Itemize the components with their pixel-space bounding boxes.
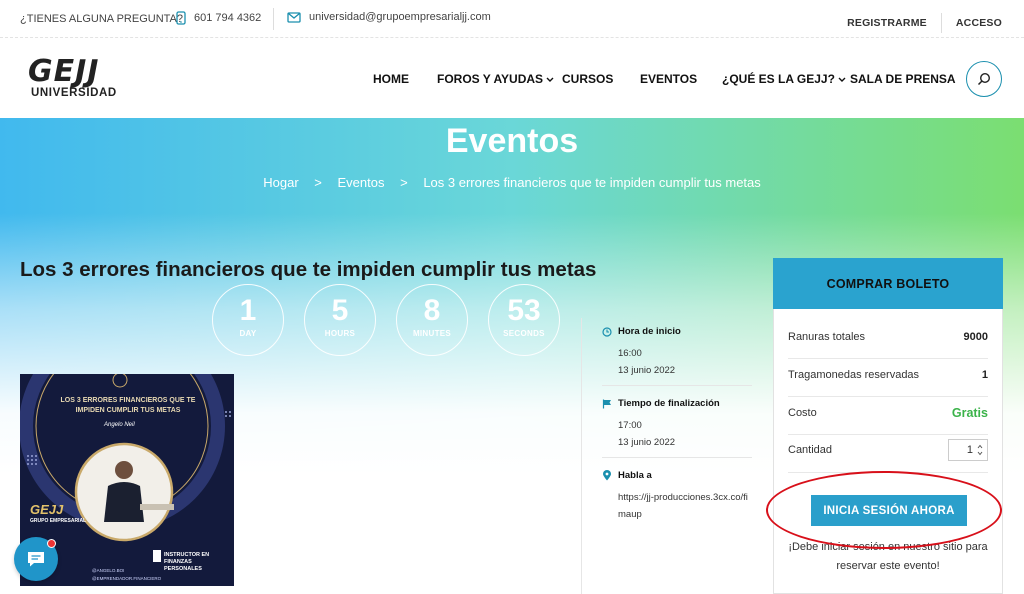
chevron-down-icon [546,77,554,82]
countdown-value: 8 [423,294,441,327]
chat-button[interactable] [14,537,58,581]
slots-value: 9000 [963,331,988,343]
search-icon [977,72,991,86]
location-label: Habla a [618,470,652,481]
mail-icon [287,11,301,23]
search-button[interactable] [966,61,1002,97]
start-info: Hora de inicio 16:00 13 junio 2022 [602,326,681,379]
divider [788,434,988,435]
page-title: Eventos [445,122,579,160]
phone-contact[interactable]: 601 794 4362 [176,11,261,25]
cost-label: Costo [788,407,817,419]
breadcrumb-separator: > [400,175,408,190]
end-label: Tiempo de finalización [618,398,720,409]
poster-badge: INSTRUCTOR EN FINANZAS PERSONALES [164,552,210,572]
location-info: Habla a https://jj-producciones.3cx.co/f… [602,470,748,523]
quantity-label: Cantidad [788,444,833,456]
poster-headline: LOS 3 ERRORES FINANCIEROS QUE TE IMPIDEN… [60,397,196,414]
countdown-value: 5 [331,294,349,327]
highlight-ring [766,471,1002,549]
end-info: Tiempo de finalización 17:00 13 junio 202… [602,398,720,451]
chat-icon [28,552,44,567]
nav-about[interactable]: ¿QUÉ ES LA GEJJ? [722,72,846,86]
divider [788,358,988,359]
countdown-unit: MINUTES [412,329,452,338]
countdown-value: 53 [507,294,541,327]
nav-about-label: ¿QUÉ ES LA GEJJ? [722,72,835,86]
countdown-value: 1 [239,294,257,327]
cost-value: Gratis [951,406,988,420]
start-label: Hora de inicio [618,326,681,337]
stepper-arrows-icon[interactable] [977,444,983,456]
reserved-row: Tragamonedas reservadas 1 [788,369,988,381]
account-links: REGISTRARME ACCESO [847,13,1002,33]
nav-forums[interactable]: FOROS Y AYUDAS [437,72,554,86]
countdown-unit: DAY [239,329,257,338]
nav-courses[interactable]: CURSOS [562,72,613,86]
logo-subtext: UNIVERSIDAD [31,87,117,99]
breadcrumb-separator: > [314,175,322,190]
phone-number: 601 794 4362 [194,12,262,24]
clock-icon [602,326,612,337]
divider [940,13,942,33]
register-link[interactable]: REGISTRARME [847,17,927,29]
location-pin-icon [603,470,611,481]
poster-signature: Angelo Neil [104,422,135,428]
phone-icon [176,11,186,25]
nav-forums-label: FOROS Y AYUDAS [437,72,544,86]
flag-icon [602,399,611,408]
email-address: universidad@grupoempresarialjj.com [309,11,491,23]
end-time: 17:00 [618,420,642,431]
divider [581,318,582,594]
top-bar: ¿TIENES ALGUNA PREGUNTA? 601 794 4362 un… [0,0,1024,38]
countdown-minutes: 8 MINUTES [396,284,468,356]
slots-row: Ranuras totales 9000 [788,331,988,343]
reserved-label: Tragamonedas reservadas [788,369,920,381]
countdown-days: 1 DAY [212,284,284,356]
quantity-stepper[interactable]: 1 [948,439,988,461]
cost-row: Costo Gratis [788,406,988,420]
breadcrumb: Hogar > Eventos > Los 3 errores financie… [0,175,1024,190]
slots-label: Ranuras totales [788,331,866,343]
notification-dot [47,539,56,548]
breadcrumb-home[interactable]: Hogar [263,175,298,190]
start-time: 16:00 [618,348,642,359]
divider [602,385,752,386]
nav-home[interactable]: HOME [373,72,409,86]
divider [273,8,274,30]
countdown-unit: SECONDS [503,329,545,338]
location-link[interactable]: https://jj-producciones.3cx.co/fimaup [618,489,748,523]
poster-brand-sub: GRUPO EMPRESARIAL [30,518,87,524]
countdown-seconds: 53 SECONDS [488,284,560,356]
email-contact[interactable]: universidad@grupoempresarialjj.com [287,11,491,23]
quantity-value: 1 [966,444,973,456]
site-logo[interactable]: GEJJ UNIVERSIDAD [28,54,138,100]
quantity-row: Cantidad 1 [788,439,988,461]
logo-text: GEJJ [28,54,100,89]
breadcrumb-events[interactable]: Eventos [338,175,385,190]
countdown-hours: 5 HOURS [304,284,376,356]
divider [602,457,752,458]
buy-ticket-button[interactable]: COMPRAR BOLETO [773,258,1003,309]
reserved-value: 1 [981,369,988,381]
question-text: ¿TIENES ALGUNA PREGUNTA? [20,13,184,25]
divider [788,396,988,397]
event-title: Los 3 errores financieros que te impiden… [20,258,597,281]
poster-handle-1: @ANGELO.BOI [92,568,125,573]
nav-events[interactable]: EVENTOS [640,72,697,86]
login-link[interactable]: ACCESO [956,17,1002,29]
poster-handle-2: @EMPRENDADOR.FINANCIERO [92,576,162,581]
poster-brand: GEJJ [30,502,64,517]
end-date: 13 junio 2022 [618,437,676,448]
chevron-down-icon [838,77,846,82]
start-date: 13 junio 2022 [618,365,676,376]
nav-press[interactable]: SALA DE PRENSA [850,72,956,86]
main-header: GEJJ UNIVERSIDAD HOME FOROS Y AYUDAS CUR… [0,39,1024,119]
countdown-unit: HOURS [324,329,356,338]
breadcrumb-current: Los 3 errores financieros que te impiden… [423,175,761,190]
